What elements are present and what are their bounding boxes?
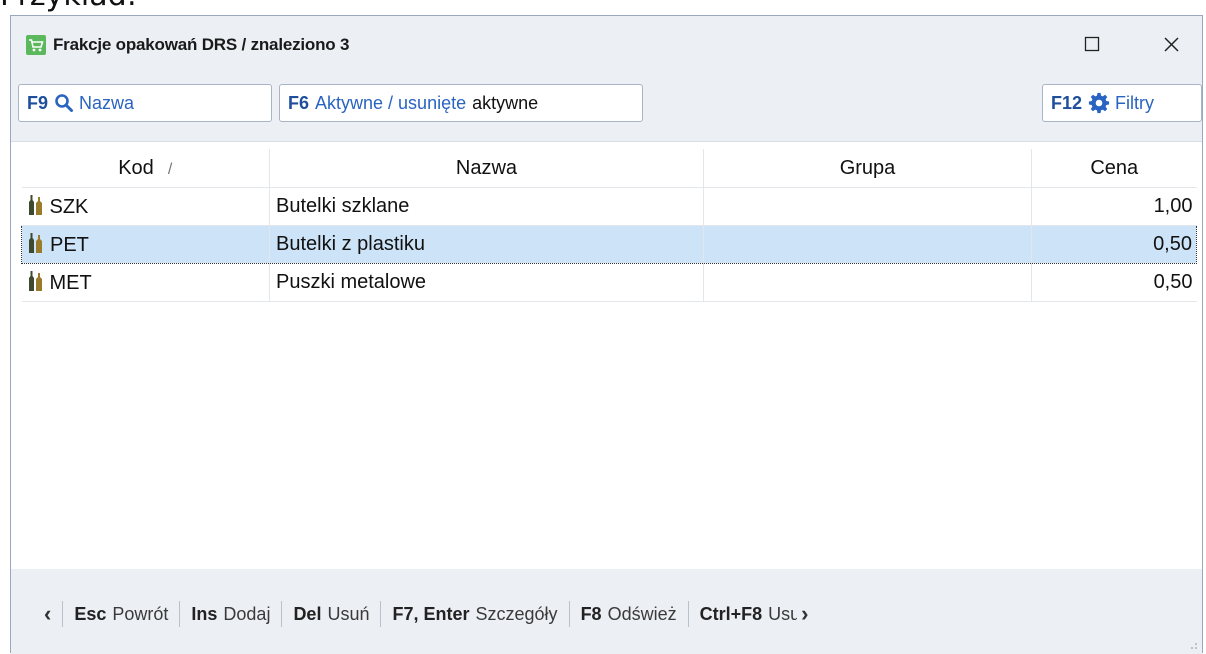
cell-grupa [703, 263, 1032, 302]
column-header-grupa[interactable]: Grupa [703, 149, 1032, 188]
close-icon [1163, 36, 1179, 52]
table-row[interactable]: SZK Butelki szklane 1,00 [21, 187, 1197, 226]
active-key: F6 [288, 92, 310, 113]
sort-indicator-icon: / [167, 160, 173, 178]
cell-nazwa: Butelki z plastiku [269, 225, 704, 264]
scroll-right-button[interactable]: › [801, 601, 808, 627]
divider [62, 601, 64, 627]
column-header-cena[interactable]: Cena [1031, 149, 1197, 188]
toolbar: F9 Nazwa F6 Aktywne / usunięte aktywne F… [11, 66, 1202, 142]
bottles-icon [29, 232, 42, 253]
close-button[interactable] [1154, 30, 1188, 58]
search-key: F9 [27, 92, 49, 113]
table-row-selected[interactable]: PET Butelki z plastiku 0,50 [21, 225, 1197, 264]
cell-cena: 1,00 [1031, 187, 1197, 226]
cell-nazwa: Puszki metalowe [269, 263, 704, 302]
shortcut-details[interactable]: F7, Enter Szczegóły [392, 604, 557, 625]
shortcut-delete[interactable]: Del Usuń [293, 604, 369, 625]
shortcut-add[interactable]: Ins Dodaj [191, 604, 270, 625]
gear-icon [1088, 92, 1110, 114]
cell-grupa [703, 187, 1032, 226]
table-row[interactable]: MET Puszki metalowe 0,50 [21, 263, 1197, 302]
dialog-window: Frakcje opakowań DRS / znaleziono 3 F9 N… [10, 15, 1203, 654]
maximize-icon [1084, 36, 1100, 52]
bottles-icon [28, 194, 42, 215]
active-label: Aktywne / usunięte [315, 92, 467, 113]
filters-label: Filtry [1115, 92, 1155, 113]
divider [179, 601, 181, 627]
divider [687, 601, 689, 627]
divider [281, 601, 283, 627]
bottles-icon [28, 270, 42, 291]
scroll-left-button[interactable]: ‹ [44, 601, 51, 627]
cell-nazwa: Butelki szklane [269, 187, 704, 226]
cell-grupa [703, 225, 1032, 264]
active-deleted-toggle[interactable]: F6 Aktywne / usunięte aktywne [279, 84, 643, 122]
divider [568, 601, 570, 627]
above-text: Przykład: [0, 0, 137, 13]
cell-kod: SZK [21, 187, 270, 226]
shortcut-remove-clipped[interactable]: Ctrl+F8Usuń [700, 604, 798, 625]
divider [380, 601, 382, 627]
cell-cena: 0,50 [1031, 263, 1197, 302]
data-grid: Kod / Nazwa Grupa Cena SZK Butelki szklan… [21, 149, 1197, 302]
shortcut-refresh[interactable]: F8 Odśwież [581, 604, 677, 625]
filters-button[interactable]: F12 Filtry [1042, 84, 1202, 122]
filters-key: F12 [1051, 92, 1083, 113]
active-value: aktywne [472, 92, 539, 113]
resize-grip-icon[interactable] [1188, 640, 1198, 650]
search-label: Nazwa [79, 92, 135, 113]
column-header-nazwa[interactable]: Nazwa [269, 149, 704, 188]
search-icon [55, 94, 74, 112]
search-button[interactable]: F9 Nazwa [18, 84, 272, 122]
shopping-cart-icon [26, 35, 46, 55]
cell-kod: PET [21, 225, 270, 264]
header-row: Kod / Nazwa Grupa Cena [21, 149, 1197, 188]
cell-cena: 0,50 [1031, 225, 1197, 264]
title-bar: Frakcje opakowań DRS / znaleziono 3 [11, 16, 1202, 66]
maximize-button[interactable] [1075, 30, 1109, 58]
shortcut-back[interactable]: Esc Powrót [74, 604, 168, 625]
column-header-kod[interactable]: Kod / [21, 149, 270, 188]
window-title: Frakcje opakowań DRS / znaleziono 3 [53, 35, 350, 54]
cell-kod: MET [21, 263, 270, 302]
shortcut-bar: ‹ Esc Powrót Ins Dodaj Del Usuń F7, Enter Sz… [11, 569, 1202, 654]
